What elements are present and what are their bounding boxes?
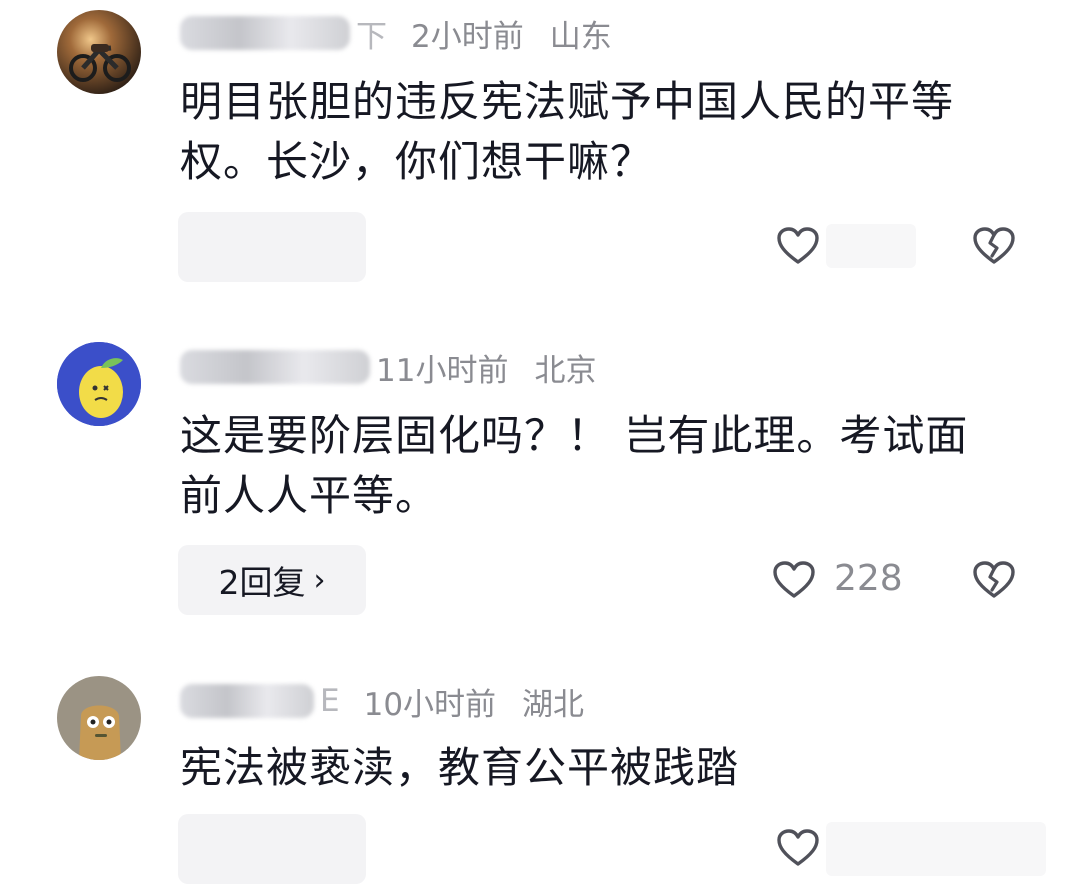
like-count-mask xyxy=(826,224,916,268)
like-count-mask xyxy=(826,822,1046,876)
username-blurred[interactable] xyxy=(180,684,314,718)
timestamp: 11小时前 xyxy=(376,352,509,389)
broken-heart-icon[interactable] xyxy=(972,560,1016,600)
chevron-right-icon: › xyxy=(313,562,326,598)
avatar[interactable] xyxy=(57,342,141,426)
comment-meta: 下 2小时前 山东 xyxy=(180,8,612,58)
comment-meta: E 10小时前 湖北 xyxy=(180,676,584,726)
location: 湖北 xyxy=(522,686,585,723)
broken-heart-icon[interactable] xyxy=(972,226,1016,266)
comment-text: 宪法被亵渎，教育公平被践踏 xyxy=(180,743,740,792)
comment-text: 明目张胆的违反宪法赋予中国人民的平等权。长沙，你们想干嘛？ xyxy=(180,77,955,186)
comment-text: 这是要阶层固化吗？！ 岂有此理。考试面前人人平等。 xyxy=(180,411,969,520)
username-blurred[interactable] xyxy=(180,350,370,384)
timestamp: 2小时前 xyxy=(411,18,524,55)
location: 山东 xyxy=(549,18,612,55)
comment-meta: 11小时前 北京 xyxy=(180,342,596,392)
username-fragment: 下 xyxy=(356,18,387,55)
reply-button[interactable] xyxy=(178,212,366,282)
avatar[interactable] xyxy=(57,676,141,760)
heart-outline-icon[interactable] xyxy=(776,226,820,266)
username-fragment: E xyxy=(320,683,340,719)
timestamp: 10小时前 xyxy=(363,686,497,723)
avatar[interactable] xyxy=(57,10,141,94)
reply-button[interactable] xyxy=(178,814,366,884)
heart-outline-icon[interactable] xyxy=(776,828,820,868)
username-blurred[interactable] xyxy=(180,16,350,50)
like-count: 228 xyxy=(834,558,903,599)
heart-outline-icon[interactable] xyxy=(772,560,816,600)
reply-button[interactable]: 2回复 › xyxy=(178,545,366,615)
location: 北京 xyxy=(534,352,597,389)
reply-label: 2回复 xyxy=(218,563,306,602)
